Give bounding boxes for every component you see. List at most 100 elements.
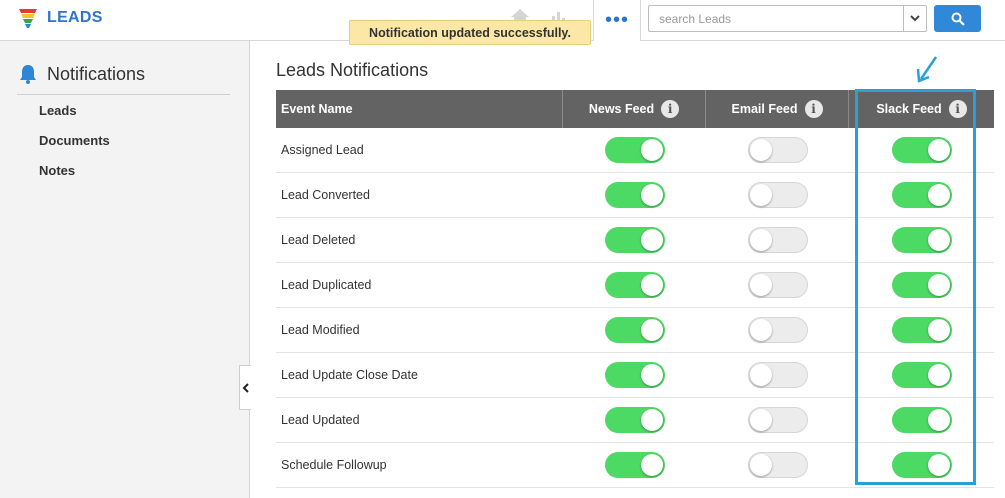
slack-feed-cell: [849, 173, 994, 218]
news-feed-toggle[interactable]: [604, 182, 665, 208]
table-body: Assigned Lead Lead Converted Lead Deleted L…: [276, 128, 994, 488]
email-feed-cell: [706, 128, 849, 173]
info-icon[interactable]: i: [661, 100, 680, 118]
news-feed-cell: [563, 398, 706, 443]
news-feed-toggle[interactable]: [604, 137, 665, 163]
slack-feed-toggle[interactable]: [891, 407, 952, 433]
search-dropdown-toggle[interactable]: [903, 6, 926, 31]
news-feed-toggle[interactable]: [604, 227, 665, 253]
slack-feed-toggle[interactable]: [891, 182, 952, 208]
more-menu-button[interactable]: •••: [593, 0, 641, 41]
news-feed-toggle[interactable]: [604, 452, 665, 478]
news-feed-toggle[interactable]: [604, 362, 665, 388]
page-title: Leads Notifications: [276, 60, 429, 80]
toggle-knob: [749, 139, 772, 161]
toggle-knob: [640, 409, 663, 431]
column-header-email: Email Feed i: [706, 90, 849, 128]
toggle-knob: [640, 454, 663, 476]
slack-feed-cell: [849, 443, 994, 488]
search-box: [648, 5, 927, 32]
sidebar-header: Notifications: [17, 63, 230, 95]
sidebar-item-documents[interactable]: Documents: [39, 132, 110, 162]
search-button[interactable]: [934, 5, 981, 32]
table-row: Lead Updated: [276, 398, 994, 443]
success-toast: Notification updated successfully.: [349, 20, 591, 45]
info-icon[interactable]: i: [804, 100, 823, 118]
email-feed-cell: [706, 443, 849, 488]
sidebar-collapse-button[interactable]: [239, 365, 251, 410]
chevron-left-icon: [242, 382, 249, 393]
table-header: Event Name News Feed i Email Feed i Slack …: [276, 90, 994, 128]
sidebar-item-notes[interactable]: Notes: [39, 162, 110, 192]
toggle-knob: [927, 454, 950, 476]
sidebar-item-leads[interactable]: Leads: [39, 102, 110, 132]
slack-feed-toggle[interactable]: [891, 227, 952, 253]
news-feed-cell: [563, 308, 706, 353]
column-header-slack: Slack Feed i: [849, 90, 994, 128]
slack-feed-cell: [849, 218, 994, 263]
news-feed-toggle[interactable]: [604, 407, 665, 433]
event-name: Lead Modified: [281, 323, 360, 337]
news-feed-cell: [563, 128, 706, 173]
email-feed-toggle[interactable]: [747, 362, 808, 388]
column-header-event-label: Event Name: [281, 102, 353, 116]
news-feed-cell: [563, 443, 706, 488]
toggle-knob: [749, 409, 772, 431]
toggle-knob: [749, 364, 772, 386]
event-name: Assigned Lead: [281, 143, 364, 157]
news-feed-cell: [563, 218, 706, 263]
table-row: Lead Update Close Date: [276, 353, 994, 398]
toggle-knob: [640, 184, 663, 206]
news-feed-toggle[interactable]: [604, 272, 665, 298]
toggle-knob: [640, 319, 663, 341]
info-icon[interactable]: i: [948, 100, 967, 118]
app-title: LEADS: [47, 9, 103, 26]
table-row: Schedule Followup: [276, 443, 994, 488]
email-feed-toggle[interactable]: [747, 452, 808, 478]
email-feed-cell: [706, 398, 849, 443]
brand[interactable]: LEADS: [18, 7, 103, 29]
event-name: Schedule Followup: [281, 458, 387, 472]
slack-feed-toggle[interactable]: [891, 452, 952, 478]
search-icon: [951, 12, 965, 26]
table-row: Lead Deleted: [276, 218, 994, 263]
arrow-pointer-icon: [916, 56, 938, 83]
email-feed-cell: [706, 353, 849, 398]
column-header-event: Event Name: [276, 90, 563, 128]
toggle-knob: [927, 409, 950, 431]
search-input[interactable]: [649, 6, 903, 31]
toggle-knob: [927, 184, 950, 206]
slack-feed-cell: [849, 398, 994, 443]
news-feed-toggle[interactable]: [604, 317, 665, 343]
table-row: Lead Duplicated: [276, 263, 994, 308]
sidebar-nav: Leads Documents Notes: [39, 102, 110, 192]
slack-feed-toggle[interactable]: [891, 362, 952, 388]
toggle-knob: [927, 274, 950, 296]
toggle-knob: [749, 274, 772, 296]
toggle-knob: [927, 229, 950, 251]
slack-feed-toggle[interactable]: [891, 272, 952, 298]
event-name: Lead Converted: [281, 188, 370, 202]
email-feed-toggle[interactable]: [747, 137, 808, 163]
email-feed-toggle[interactable]: [747, 182, 808, 208]
slack-feed-toggle[interactable]: [891, 137, 952, 163]
chevron-down-icon: [910, 15, 920, 22]
column-header-slack-label: Slack Feed: [876, 102, 942, 116]
toggle-knob: [749, 319, 772, 341]
column-header-email-label: Email Feed: [731, 102, 798, 116]
table-row: Lead Modified: [276, 308, 994, 353]
toggle-knob: [927, 139, 950, 161]
toggle-knob: [749, 229, 772, 251]
email-feed-toggle[interactable]: [747, 227, 808, 253]
toggle-knob: [640, 364, 663, 386]
toggle-knob: [749, 184, 772, 206]
email-feed-toggle[interactable]: [747, 317, 808, 343]
column-header-news: News Feed i: [563, 90, 706, 128]
news-feed-cell: [563, 263, 706, 308]
slack-feed-toggle[interactable]: [891, 317, 952, 343]
event-name: Lead Duplicated: [281, 278, 372, 292]
email-feed-toggle[interactable]: [747, 272, 808, 298]
event-name: Lead Deleted: [281, 233, 356, 247]
email-feed-toggle[interactable]: [747, 407, 808, 433]
column-header-news-label: News Feed: [588, 102, 655, 116]
